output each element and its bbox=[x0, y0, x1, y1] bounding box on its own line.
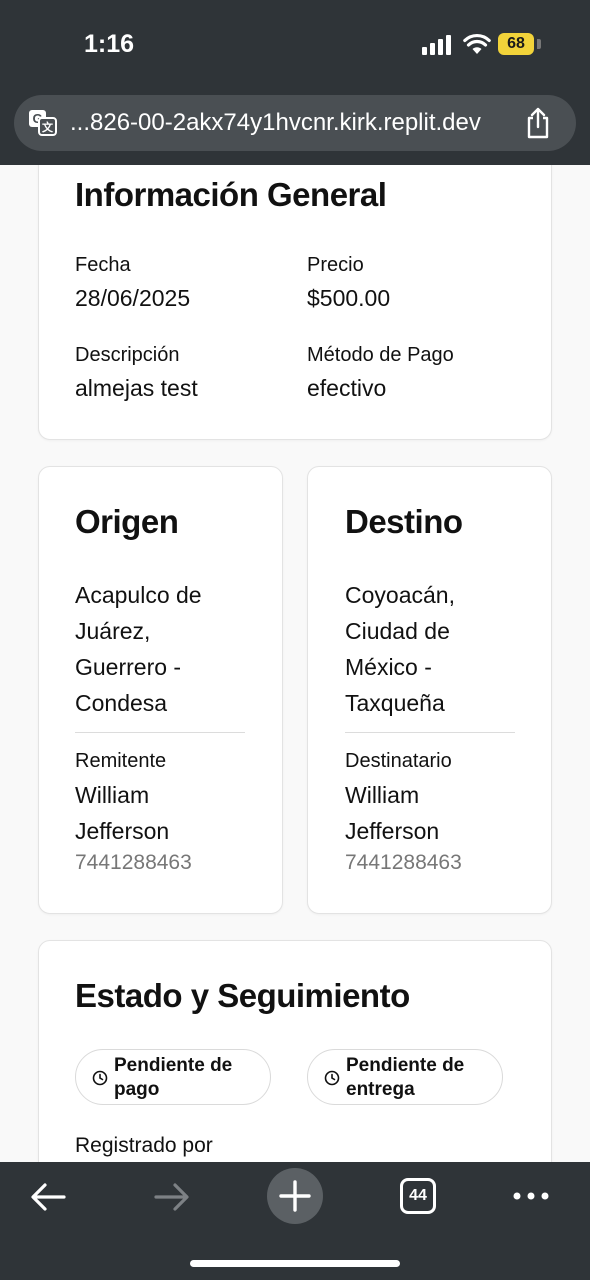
address-line: Condesa bbox=[75, 690, 168, 716]
destinatario-label: Destinatario bbox=[345, 750, 452, 772]
address-line: Taxqueña bbox=[345, 690, 445, 716]
fecha-value: 28/06/2025 bbox=[75, 285, 191, 311]
origen-divider bbox=[75, 732, 245, 733]
remitente-name: William Jefferson bbox=[75, 777, 255, 849]
descripcion-label: Descripción bbox=[75, 344, 180, 366]
destino-card: Destino Coyoacán, Ciudad de México - Tax… bbox=[307, 466, 552, 914]
registrado-por-label: Registrado por bbox=[75, 1134, 213, 1157]
tabs-count: 44 bbox=[409, 1187, 427, 1204]
badge-line: pago bbox=[114, 1079, 160, 1100]
translate-icon[interactable]: G 文 bbox=[28, 109, 58, 137]
descripcion-value: almejas test bbox=[75, 375, 198, 401]
badge-text: Pendiente de entrega bbox=[346, 1054, 486, 1102]
name-line: William bbox=[345, 782, 420, 808]
precio-value: $500.00 bbox=[307, 285, 391, 311]
destino-title: Destino bbox=[345, 503, 463, 540]
general-info-card: Información General Fecha 28/06/2025 Pre… bbox=[38, 165, 552, 440]
page-content: Información General Fecha 28/06/2025 Pre… bbox=[0, 165, 590, 1162]
origen-card: Origen Acapulco de Juárez, Guerrero - Co… bbox=[38, 466, 283, 914]
badge-line: entrega bbox=[346, 1079, 415, 1100]
origen-address: Acapulco de Juárez, Guerrero - Condesa bbox=[75, 577, 255, 721]
general-info-title: Información General bbox=[75, 176, 387, 213]
metodo-pago-label: Método de Pago bbox=[307, 344, 454, 366]
url-text[interactable]: ...826-00-2akx74y1hvcnr.kirk.replit.dev bbox=[70, 109, 481, 137]
entrega-status-badge: Pendiente de entrega bbox=[307, 1049, 503, 1105]
metodo-pago-value: efectivo bbox=[307, 375, 387, 401]
clock-icon bbox=[324, 1070, 340, 1086]
back-arrow-icon[interactable] bbox=[30, 1182, 66, 1212]
status-bar: 1:16 68 bbox=[0, 0, 590, 90]
fecha-label: Fecha bbox=[75, 254, 131, 276]
address-line: Acapulco de bbox=[75, 582, 202, 608]
destinatario-phone: 7441288463 bbox=[345, 851, 462, 874]
svg-text:文: 文 bbox=[42, 120, 54, 134]
precio-label: Precio bbox=[307, 254, 364, 276]
name-line: Jefferson bbox=[345, 818, 440, 844]
remitente-label: Remitente bbox=[75, 750, 167, 772]
name-line: Jefferson bbox=[75, 818, 170, 844]
badge-line: Pendiente de bbox=[114, 1055, 233, 1076]
pago-status-badge: Pendiente de pago bbox=[75, 1049, 271, 1105]
tab-switcher-button[interactable]: 44 bbox=[400, 1178, 436, 1214]
destinatario-name: William Jefferson bbox=[345, 777, 525, 849]
share-icon[interactable] bbox=[524, 107, 552, 139]
clock-icon bbox=[92, 1070, 108, 1086]
home-indicator bbox=[190, 1260, 400, 1267]
status-time: 1:16 bbox=[84, 30, 135, 58]
battery-icon: 68 bbox=[498, 33, 534, 55]
estado-card: Estado y Seguimiento Pendiente de pago P… bbox=[38, 940, 552, 1162]
battery-tip bbox=[537, 39, 541, 49]
forward-arrow-icon[interactable] bbox=[154, 1182, 190, 1212]
badge-line: Pendiente de bbox=[346, 1055, 465, 1076]
destino-address: Coyoacán, Ciudad de México - Taxqueña bbox=[345, 577, 525, 721]
remitente-phone: 7441288463 bbox=[75, 851, 192, 874]
address-line: Coyoacán, bbox=[345, 582, 455, 608]
badge-text: Pendiente de pago bbox=[114, 1054, 254, 1102]
address-line: Juárez, bbox=[75, 618, 151, 644]
estado-title: Estado y Seguimiento bbox=[75, 977, 410, 1014]
browser-toolbar: 44 bbox=[0, 1162, 590, 1280]
address-line: México - bbox=[345, 654, 432, 680]
address-bar[interactable]: G 文 ...826-00-2akx74y1hvcnr.kirk.replit.… bbox=[14, 95, 576, 151]
address-line: Guerrero - bbox=[75, 654, 182, 680]
cellular-signal-icon bbox=[422, 35, 454, 55]
wifi-icon bbox=[463, 33, 491, 54]
origen-title: Origen bbox=[75, 503, 179, 540]
more-menu-icon[interactable] bbox=[513, 1192, 549, 1200]
name-line: William bbox=[75, 782, 150, 808]
destino-divider bbox=[345, 732, 515, 733]
new-tab-button[interactable] bbox=[267, 1168, 323, 1224]
address-line: Ciudad de bbox=[345, 618, 450, 644]
plus-icon bbox=[279, 1180, 311, 1212]
